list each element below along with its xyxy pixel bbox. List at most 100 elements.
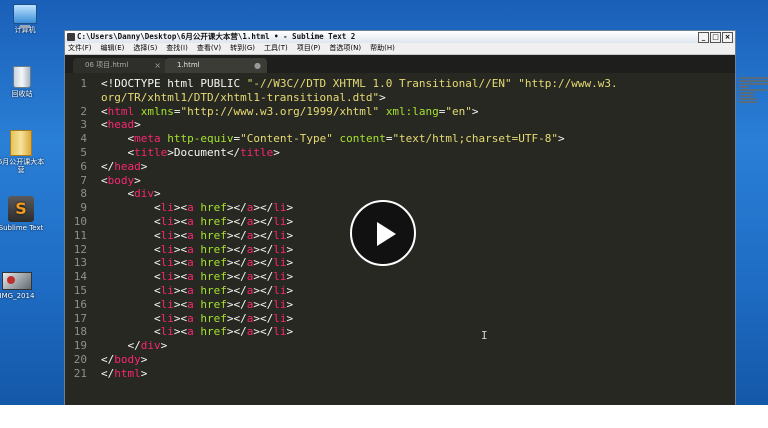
code-line[interactable]: 8 <div> [65, 187, 665, 201]
code-line[interactable]: 3 <head> [65, 118, 665, 132]
desktop-icon-label: 6月公开课大本营 [0, 158, 45, 174]
video-play-button[interactable] [350, 200, 416, 266]
desktop-icon-folder[interactable]: 6月公开课大本营 [0, 130, 46, 174]
close-button[interactable]: × [722, 32, 733, 43]
code-line[interactable]: 21 </html> [65, 367, 665, 381]
code-token: > [471, 104, 479, 118]
tab-1-html[interactable]: 1.html ● [165, 58, 267, 73]
code-token: a [187, 242, 194, 256]
menu-preferences[interactable]: 首选项(N) [329, 43, 361, 54]
code-token: > [286, 201, 294, 215]
code-token: ></ [226, 311, 247, 325]
code-token: >< [173, 201, 188, 215]
code-line[interactable]: 18 <li><a href></a></li> [65, 325, 665, 339]
menu-edit[interactable]: 编辑(E) [101, 43, 125, 54]
code-token: > [286, 325, 294, 339]
code-token: ></ [253, 325, 274, 339]
desktop-icon-image[interactable]: IMG_2014 [0, 272, 42, 300]
minimize-button[interactable]: _ [698, 32, 709, 43]
computer-icon [13, 4, 37, 28]
menu-view[interactable]: 查看(V) [197, 43, 221, 54]
tab-06-project[interactable]: 06 项目.html × [73, 58, 167, 73]
code-line[interactable]: 14 <li><a href></a></li> [65, 270, 665, 284]
code-token: li [273, 283, 287, 297]
code-token: >< [173, 256, 188, 270]
line-number: 11 [73, 228, 87, 242]
line-number: 17 [73, 311, 87, 325]
code-token: a [187, 325, 194, 339]
desktop-icon-sublime[interactable]: S Sublime Text [0, 196, 46, 232]
menu-file[interactable]: 文件(F) [68, 43, 92, 54]
line-number: 6 [80, 159, 87, 173]
code-line[interactable]: 5 <title>Document</title> [65, 146, 665, 160]
code-line[interactable]: 4 <meta http-equiv="Content-Type" conten… [65, 132, 665, 146]
code-line[interactable]: org/TR/xhtml1/DTD/xhtml1-transitional.dt… [65, 91, 665, 105]
code-token: < [101, 297, 161, 311]
line-number: 18 [73, 325, 87, 339]
code-token: >< [173, 228, 188, 242]
menu-tools[interactable]: 工具(T) [264, 43, 288, 54]
code-token: </ [101, 159, 115, 173]
code-line[interactable]: 6 </head> [65, 160, 665, 174]
menu-goto[interactable]: 转到(G) [230, 43, 255, 54]
desktop-icon-label: IMG_2014 [0, 292, 35, 300]
desktop-icon-recycle-bin[interactable]: 回收站 [0, 66, 47, 98]
code-token: >< [173, 325, 188, 339]
code-token: </ [101, 352, 115, 366]
code-line[interactable]: 19 </div> [65, 339, 665, 353]
code-token: li [273, 297, 287, 311]
code-token: a [187, 256, 194, 270]
menu-selection[interactable]: 选择(S) [133, 43, 157, 54]
desktop-icon-label: Sublime Text [0, 224, 44, 232]
code-line[interactable]: 2 <html xmlns="http://www.w3.org/1999/xht… [65, 105, 665, 119]
code-token: href [200, 242, 227, 256]
code-token: > [154, 187, 161, 201]
code-token: ></ [253, 283, 274, 297]
code-token: < [101, 283, 161, 297]
desktop-icon-label: 回收站 [11, 90, 33, 98]
code-token: "http://www.w3.org/1999/xhtml" [180, 104, 380, 118]
line-number: 9 [80, 201, 87, 215]
code-token: ></ [253, 311, 274, 325]
code-line[interactable]: 20 </body> [65, 353, 665, 367]
code-token: href [200, 270, 227, 284]
code-token: ></ [226, 242, 247, 256]
code-token: > [286, 297, 294, 311]
code-token: ></ [253, 270, 274, 284]
line-number: 3 [80, 118, 87, 132]
desktop-icon-computer[interactable]: 计算机 [0, 4, 50, 34]
code-token: >< [173, 270, 188, 284]
code-token: > [286, 283, 294, 297]
line-number: 13 [73, 256, 87, 270]
title-bar[interactable]: C:\Users\Danny\Desktop\6月公开课大本营\1.html •… [65, 31, 735, 43]
code-token: li [160, 256, 174, 270]
code-token: > [286, 311, 294, 325]
code-token: ></ [226, 270, 247, 284]
code-line[interactable]: 1 <!DOCTYPE html PUBLIC "-//W3C//DTD XHTM… [65, 77, 665, 91]
code-token: = [173, 104, 181, 118]
code-token: >< [173, 297, 188, 311]
code-token: ></ [226, 214, 247, 228]
line-number: 21 [73, 366, 87, 380]
line-number: 16 [73, 297, 87, 311]
code-token: li [160, 201, 174, 215]
code-token: > [134, 118, 141, 132]
code-token: xmlns [140, 104, 174, 118]
code-token: li [273, 228, 287, 242]
tab-modified-dot-icon[interactable]: ● [254, 58, 261, 73]
code-token: head [107, 118, 135, 132]
code-token: > [286, 214, 294, 228]
maximize-button[interactable]: □ [710, 32, 721, 43]
menu-find[interactable]: 查找(I) [166, 43, 188, 54]
line-number: 15 [73, 283, 87, 297]
code-line[interactable]: 16 <li><a href></a></li> [65, 298, 665, 312]
tab-close-icon[interactable]: × [154, 58, 161, 73]
code-line[interactable]: 15 <li><a href></a></li> [65, 284, 665, 298]
code-line[interactable]: 7 <body> [65, 174, 665, 188]
code-token: >< [173, 283, 188, 297]
minimap[interactable] [739, 77, 768, 109]
code-line[interactable]: 17 <li><a href></a></li> [65, 312, 665, 326]
menu-help[interactable]: 帮助(H) [370, 43, 395, 54]
code-token: < [101, 145, 135, 159]
menu-project[interactable]: 项目(P) [297, 43, 321, 54]
